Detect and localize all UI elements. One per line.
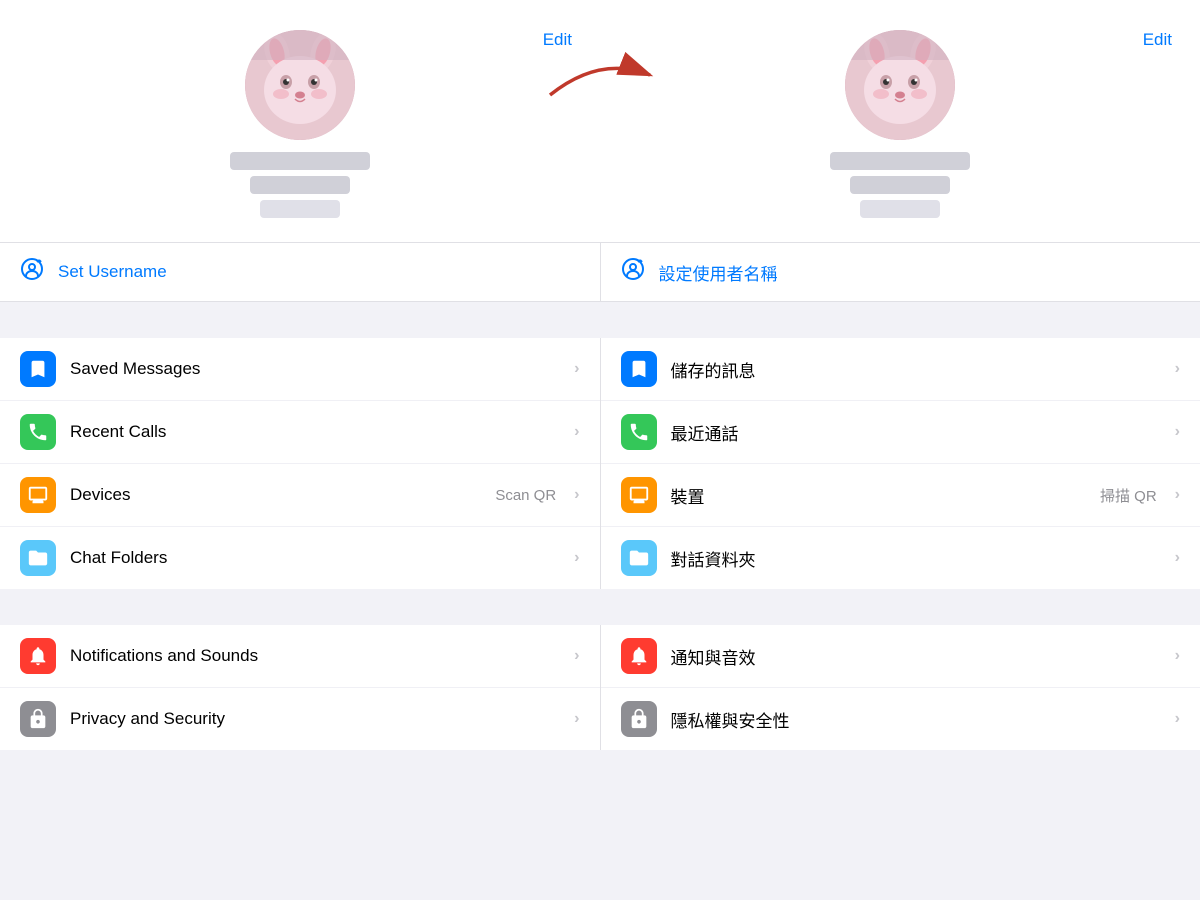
menu-section-1: Saved Messages › Recent Calls › Devices … [0,338,1200,589]
menu-section-2: Notifications and Sounds › Privacy and S… [0,625,1200,750]
left-edit-button[interactable]: Edit [543,30,572,50]
phone-icon [20,414,56,450]
left-avatar [245,30,355,140]
left-set-username[interactable]: Set Username [0,243,600,301]
left-name-bar-1 [230,152,370,170]
left-privacy[interactable]: Privacy and Security › [0,688,600,750]
right-menu-column-1: 儲存的訊息 › 最近通話 › 裝置 掃描 QR › 對話資料夾 › [600,338,1200,589]
privacy-label: Privacy and Security [70,709,560,729]
right-notifications-chevron: › [1175,647,1180,665]
left-profile-panel: Edit [0,30,600,218]
profile-section: Edit [0,0,1200,243]
chat-folders-label: Chat Folders [70,548,560,568]
right-devices-badge: 掃描 QR [1100,485,1157,506]
right-recent-calls[interactable]: 最近通話 › [601,401,1200,464]
left-menu-column-1: Saved Messages › Recent Calls › Devices … [0,338,600,589]
left-profile-name [230,152,370,218]
right-privacy[interactable]: 隱私權與安全性 › [601,688,1200,750]
right-username-label: 設定使用者名稱 [659,260,778,285]
right-name-bar-2 [850,176,950,194]
right-saved-messages-label: 儲存的訊息 [671,357,1161,382]
notifications-label: Notifications and Sounds [70,646,560,666]
right-chat-folders[interactable]: 對話資料夾 › [601,527,1200,589]
privacy-chevron: › [574,710,579,728]
divider-2 [0,589,1200,625]
monitor-icon [20,477,56,513]
right-username-icon [621,257,645,287]
right-edit-button[interactable]: Edit [1143,30,1172,50]
right-lock-icon [621,701,657,737]
folder-icon [20,540,56,576]
devices-label: Devices [70,485,481,505]
right-notifications[interactable]: 通知與音效 › [601,625,1200,688]
notifications-chevron: › [574,647,579,665]
chat-folders-chevron: › [574,549,579,567]
right-recent-calls-label: 最近通話 [671,420,1161,445]
lock-icon [20,701,56,737]
left-recent-calls[interactable]: Recent Calls › [0,401,600,464]
right-chat-folders-label: 對話資料夾 [671,546,1161,571]
right-privacy-chevron: › [1175,710,1180,728]
recent-calls-label: Recent Calls [70,422,560,442]
devices-chevron: › [574,486,579,504]
right-recent-calls-chevron: › [1175,423,1180,441]
right-saved-messages-chevron: › [1175,360,1180,378]
username-section: Set Username 設定使用者名稱 [0,243,1200,302]
right-devices-label: 裝置 [671,483,1087,508]
left-name-bar-3 [260,200,340,218]
left-notifications[interactable]: Notifications and Sounds › [0,625,600,688]
bell-icon [20,638,56,674]
left-name-bar-2 [250,176,350,194]
devices-badge: Scan QR [495,487,556,504]
right-name-bar-3 [860,200,940,218]
right-name-bar-1 [830,152,970,170]
left-saved-messages[interactable]: Saved Messages › [0,338,600,401]
right-profile-panel: Edit [600,30,1200,218]
right-bell-icon [621,638,657,674]
left-username-icon [20,257,44,287]
divider-1 [0,302,1200,338]
left-username-label: Set Username [58,262,167,282]
right-devices[interactable]: 裝置 掃描 QR › [601,464,1200,527]
right-set-username[interactable]: 設定使用者名稱 [600,243,1200,301]
bookmark-icon [20,351,56,387]
transition-arrow [540,50,660,110]
recent-calls-chevron: › [574,423,579,441]
saved-messages-chevron: › [574,360,579,378]
right-menu-column-2: 通知與音效 › 隱私權與安全性 › [600,625,1200,750]
right-avatar [845,30,955,140]
right-bookmark-icon [621,351,657,387]
right-devices-chevron: › [1175,486,1180,504]
right-phone-icon [621,414,657,450]
right-profile-name [830,152,970,218]
right-chat-folders-chevron: › [1175,549,1180,567]
left-devices[interactable]: Devices Scan QR › [0,464,600,527]
right-monitor-icon [621,477,657,513]
saved-messages-label: Saved Messages [70,359,560,379]
left-chat-folders[interactable]: Chat Folders › [0,527,600,589]
right-notifications-label: 通知與音效 [671,644,1161,669]
right-saved-messages[interactable]: 儲存的訊息 › [601,338,1200,401]
right-privacy-label: 隱私權與安全性 [671,707,1161,732]
left-menu-column-2: Notifications and Sounds › Privacy and S… [0,625,600,750]
right-folder-icon [621,540,657,576]
